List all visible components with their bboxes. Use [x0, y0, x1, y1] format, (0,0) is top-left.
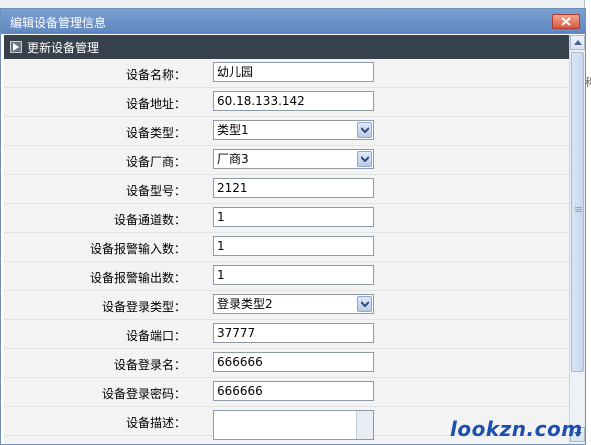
- form-row: 设备登录类型： 登录类型2: [4, 291, 569, 320]
- form-row: 设备端口： 37777: [4, 320, 569, 349]
- form-row: 设备报警输入数： 1: [4, 233, 569, 262]
- text-field[interactable]: 60.18.133.142: [213, 91, 374, 111]
- field-label: 设备端口：: [125, 329, 186, 343]
- scroll-grip: [575, 211, 582, 212]
- watermark: lookzn.com: [450, 417, 583, 441]
- field-label: 设备登录名：: [113, 358, 186, 372]
- chevron-down-icon: [361, 127, 369, 133]
- text-field[interactable]: 666666: [213, 381, 374, 401]
- device-form: 设备名称： 幼儿园设备地址： 60.18.133.142 设备类型： 类型1 设备厂商： 厂…: [4, 59, 569, 444]
- chevron-down-icon: [361, 301, 369, 307]
- form-row: 设备通道数： 1: [4, 204, 569, 233]
- form-row: 设备地址： 60.18.133.142: [4, 88, 569, 117]
- dropdown-button[interactable]: [357, 151, 372, 167]
- edit-device-dialog: 编辑设备管理信息 更新设备管理 设备名称： 幼儿园设备地址： 60.18.133.1…: [0, 8, 586, 445]
- field-label: 设备通道数：: [113, 213, 186, 227]
- play-icon: [10, 41, 22, 53]
- textarea-scrollbar[interactable]: [356, 411, 373, 439]
- dropdown-value: 登录类型2: [217, 297, 273, 311]
- scroll-thumb[interactable]: [571, 52, 584, 372]
- text-field[interactable]: 37777: [213, 323, 374, 343]
- form-row: 设备登录密码： 666666: [4, 378, 569, 407]
- dropdown-button[interactable]: [357, 122, 372, 138]
- field-label: 设备描述：: [125, 416, 186, 430]
- dropdown-select[interactable]: 登录类型2: [213, 294, 374, 314]
- field-label: 设备型号：: [125, 184, 186, 198]
- field-label: 设备名称：: [125, 68, 186, 82]
- form-row: 设备类型： 类型1: [4, 117, 569, 146]
- text-field[interactable]: 1: [213, 236, 374, 256]
- scroll-grip: [575, 209, 582, 210]
- text-field[interactable]: 幼儿园: [213, 62, 374, 82]
- field-label: 设备报警输入数：: [89, 242, 186, 256]
- dropdown-value: 厂商3: [217, 152, 249, 166]
- field-label: 设备地址：: [125, 97, 186, 111]
- text-field[interactable]: 1: [213, 265, 374, 285]
- description-textarea[interactable]: [213, 410, 374, 440]
- dialog-title: 编辑设备管理信息: [10, 16, 107, 30]
- field-label: 设备厂商：: [125, 155, 186, 169]
- dialog-titlebar[interactable]: 编辑设备管理信息: [1, 9, 585, 34]
- scroll-up-button[interactable]: [570, 35, 585, 50]
- section-title: 更新设备管理: [27, 41, 100, 55]
- field-label: 设备类型：: [125, 126, 186, 140]
- form-row: 设备厂商： 厂商3: [4, 146, 569, 175]
- close-button[interactable]: [552, 14, 580, 29]
- close-icon: [561, 17, 571, 26]
- form-row: 设备型号： 2121: [4, 175, 569, 204]
- scroll-grip: [575, 207, 582, 208]
- dropdown-button[interactable]: [357, 296, 372, 312]
- form-row: 设备报警输出数： 1: [4, 262, 569, 291]
- dropdown-value: 类型1: [217, 123, 249, 137]
- field-label: 设备登录类型：: [101, 300, 186, 314]
- chevron-down-icon: [361, 156, 369, 162]
- section-header: 更新设备管理: [4, 35, 569, 59]
- text-field[interactable]: 1: [213, 207, 374, 227]
- field-label: 设备报警输出数：: [89, 271, 186, 285]
- dropdown-select[interactable]: 类型1: [213, 120, 374, 140]
- form-row: 设备登录名： 666666: [4, 349, 569, 378]
- vertical-scrollbar[interactable]: [569, 35, 585, 444]
- chevron-up-icon: [574, 40, 582, 45]
- text-field[interactable]: 666666: [213, 352, 374, 372]
- field-label: 设备登录密码：: [101, 387, 186, 401]
- form-row: 设备名称： 幼儿园: [4, 59, 569, 88]
- text-field[interactable]: 2121: [213, 178, 374, 198]
- dropdown-select[interactable]: 厂商3: [213, 149, 374, 169]
